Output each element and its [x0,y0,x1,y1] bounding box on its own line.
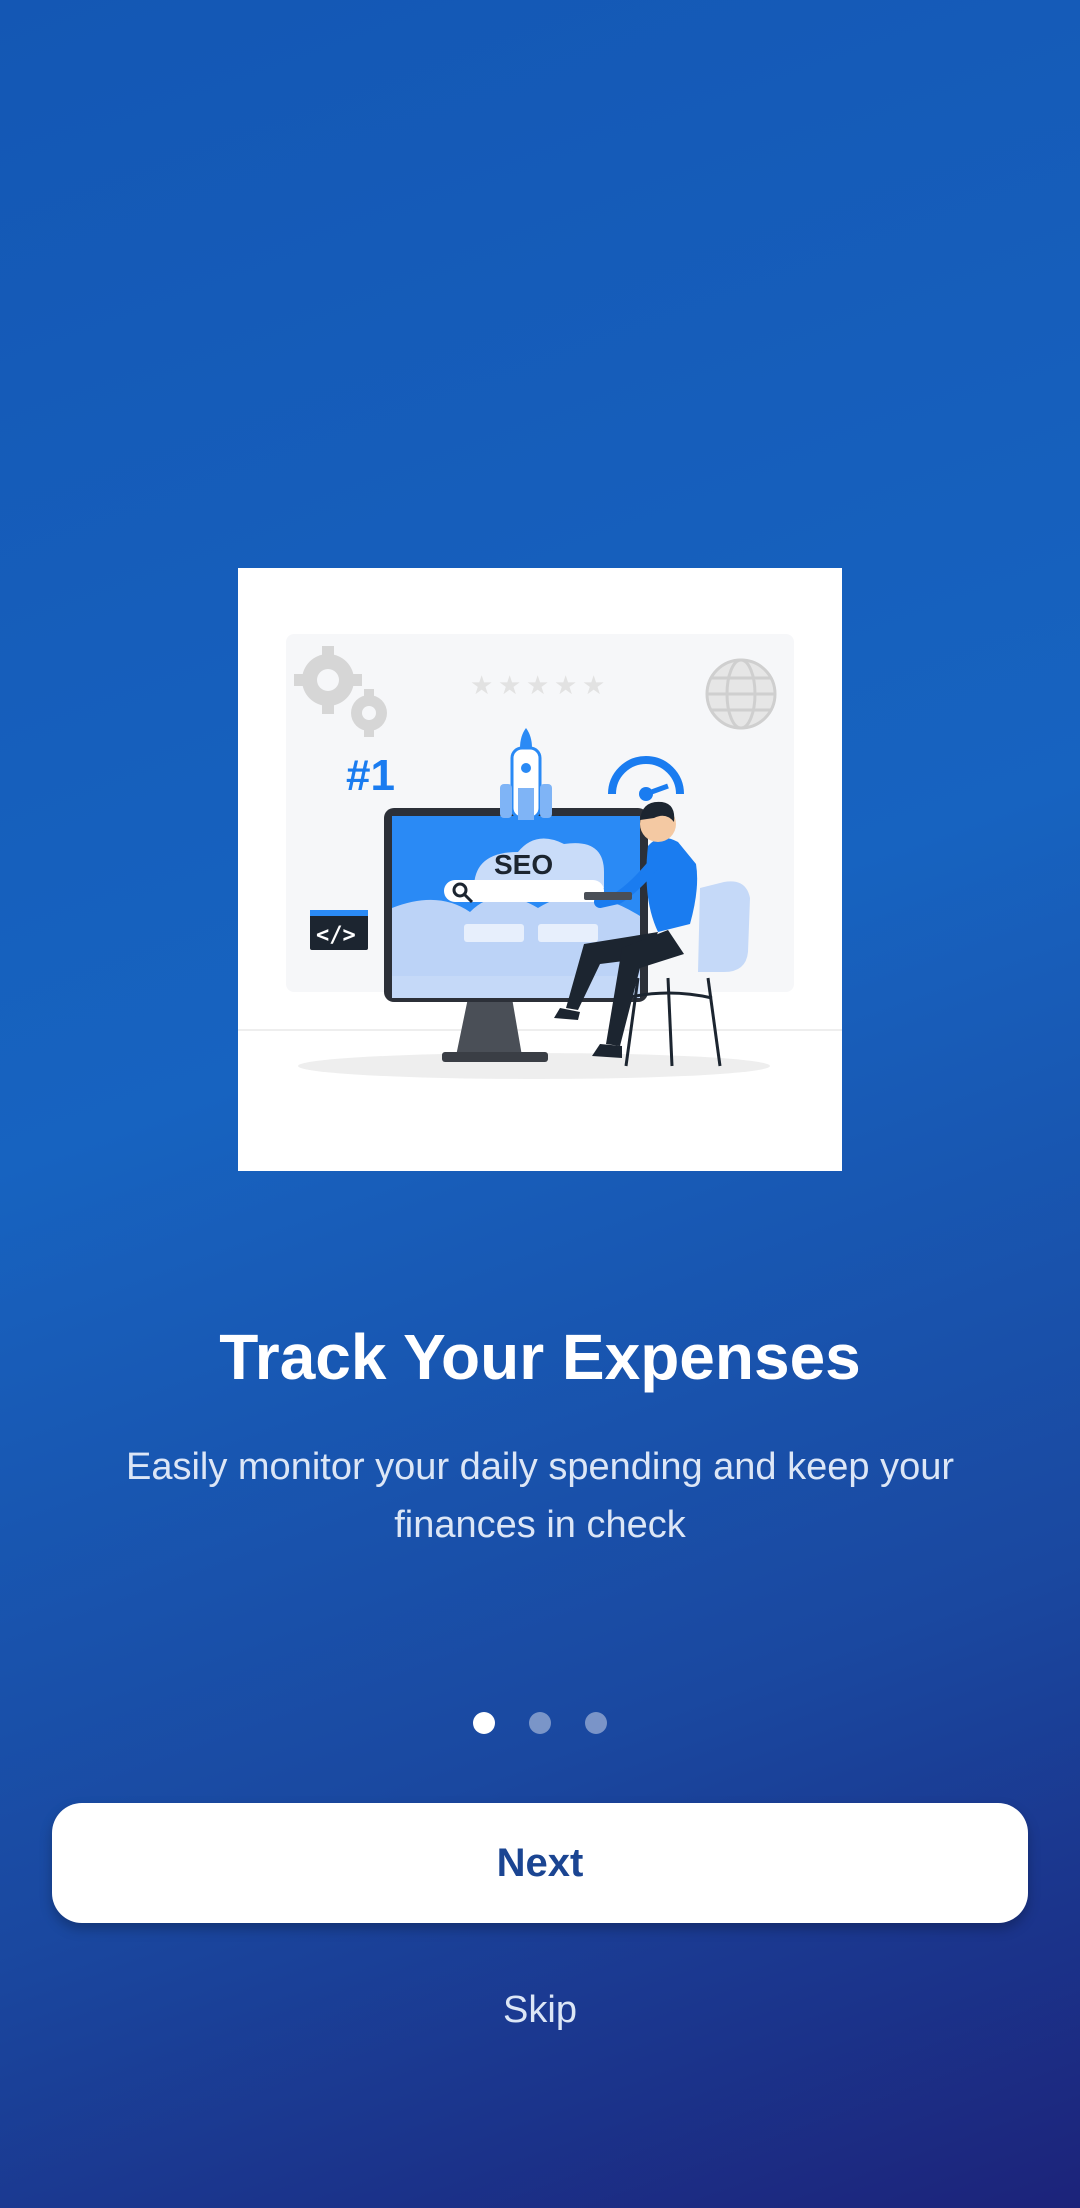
svg-text:★: ★ [554,671,577,701]
seo-label: SEO [494,849,553,880]
rank-badge: #1 [346,751,395,800]
page-indicator [0,1712,1080,1734]
rating-stars-icon: ★ ★ ★ ★ ★ [470,671,605,701]
svg-text:★: ★ [498,671,521,701]
page-title: Track Your Expenses [219,1321,861,1393]
svg-text:★: ★ [470,671,493,701]
page-dot-1[interactable] [473,1712,495,1734]
svg-text:★: ★ [582,671,605,701]
seo-illustration: ★ ★ ★ ★ ★ #1 SEO </> [238,634,842,1079]
svg-text:★: ★ [526,671,549,701]
globe-icon [705,658,777,730]
page-subtitle: Easily monitor your daily spending and k… [125,1446,955,1546]
skip-button[interactable]: Skip [390,1978,690,2042]
code-tag-icon: </> [310,910,368,950]
onboarding-illustration: ★ ★ ★ ★ ★ #1 SEO </> [238,568,842,1171]
svg-text:</>: </> [316,923,356,948]
page-dot-3[interactable] [585,1712,607,1734]
page-dot-2[interactable] [529,1712,551,1734]
monitor-stand [456,998,522,1056]
next-button[interactable]: Next [52,1803,1028,1923]
